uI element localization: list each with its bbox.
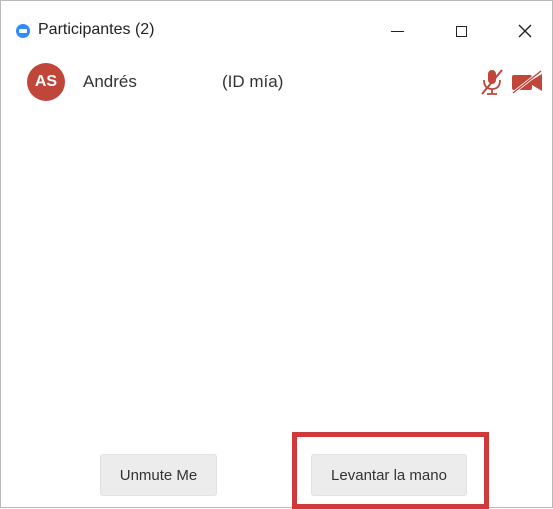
window-title: Participantes (2) [38, 21, 155, 38]
muted-microphone-icon[interactable] [479, 67, 505, 97]
participant-name: Andrés [83, 72, 137, 91]
avatar: AS [27, 63, 65, 101]
highlight-box [292, 432, 489, 509]
zoom-app-icon [16, 24, 30, 38]
minimize-icon [390, 30, 404, 32]
avatar-initials: AS [34, 73, 58, 90]
maximize-icon [455, 25, 467, 37]
unmute-me-button[interactable]: Unmute Me [100, 454, 217, 496]
close-button[interactable] [508, 13, 542, 49]
maximize-button[interactable] [444, 13, 478, 49]
close-icon [518, 24, 532, 38]
video-off-icon[interactable] [510, 69, 544, 95]
participant-self-tag: (ID mía) [222, 72, 284, 91]
participant-row[interactable]: AS Andrés (ID mía) [1, 59, 552, 105]
title-bar: Participantes (2) [1, 1, 552, 57]
participants-window: Participantes (2) AS Andrés (ID mía) Unm… [0, 0, 553, 509]
minimize-button[interactable] [380, 13, 414, 49]
